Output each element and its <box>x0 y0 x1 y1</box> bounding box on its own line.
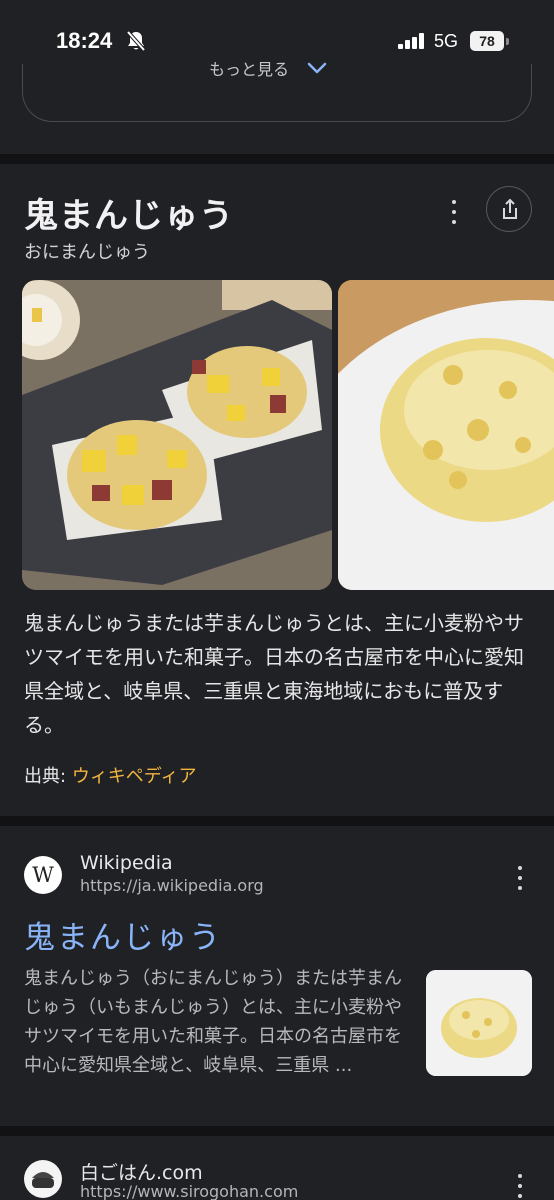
result-site-name[interactable]: 白ごはん.com <box>80 1158 203 1185</box>
result-site-name[interactable]: Wikipedia <box>80 852 173 874</box>
more-options-icon[interactable] <box>450 200 458 224</box>
knowledge-panel-title: 鬼まんじゅう <box>24 196 234 236</box>
source-label: 出典: <box>24 766 67 787</box>
bell-off-icon <box>126 30 146 52</box>
previous-card: もっと見る <box>0 60 554 154</box>
divider <box>0 816 554 826</box>
search-result-wikipedia: W Wikipedia https://ja.wikipedia.org 鬼まん… <box>0 826 554 1126</box>
result-options-icon[interactable] <box>516 866 524 890</box>
knowledge-panel-reading: おにまんじゅう <box>24 242 150 263</box>
result-snippet: 鬼まんじゅう（おにまんじゅう）または芋まんじゅう（いもまんじゅう）とは、主に小麦… <box>24 968 402 1076</box>
food-image-2[interactable] <box>338 280 554 590</box>
network-type: 5G <box>434 31 459 51</box>
show-more-label: もっと見る <box>209 60 290 79</box>
cell-signal-icon <box>398 33 424 49</box>
divider <box>0 154 554 164</box>
result-options-icon[interactable] <box>516 1174 524 1198</box>
show-more-button[interactable]: もっと見る <box>22 60 532 122</box>
share-button[interactable] <box>486 186 532 232</box>
knowledge-panel-description: 鬼まんじゅうまたは芋まんじゅうとは、主に小麦粉やサツマイモを用いた和菓子。日本の… <box>24 611 524 737</box>
source-link[interactable]: ウィキペディア <box>72 766 197 787</box>
battery-level: 78 <box>470 31 504 51</box>
chevron-down-icon <box>307 62 327 74</box>
wikipedia-favicon-icon: W <box>24 856 62 894</box>
result-title-link[interactable]: 鬼まんじゅう <box>24 912 222 957</box>
search-result-sirogohan: 白ごはん.com https://www.sirogohan.com <box>0 1136 554 1200</box>
result-url[interactable]: https://www.sirogohan.com <box>80 1182 298 1200</box>
knowledge-panel: 鬼まんじゅう おにまんじゅう 鬼まんじゅうまたは芋まんじゅうとは、主に小麦粉やサ… <box>0 164 554 816</box>
result-thumbnail[interactable] <box>426 970 532 1076</box>
battery-icon: 78 <box>470 31 509 51</box>
knowledge-panel-source: 出典: ウィキペディア <box>24 762 197 788</box>
divider <box>0 1126 554 1136</box>
food-image-1[interactable] <box>22 280 332 590</box>
result-url[interactable]: https://ja.wikipedia.org <box>80 876 264 895</box>
share-icon <box>503 198 517 219</box>
status-time: 18:24 <box>56 28 113 53</box>
rice-bowl-icon <box>24 1160 62 1198</box>
